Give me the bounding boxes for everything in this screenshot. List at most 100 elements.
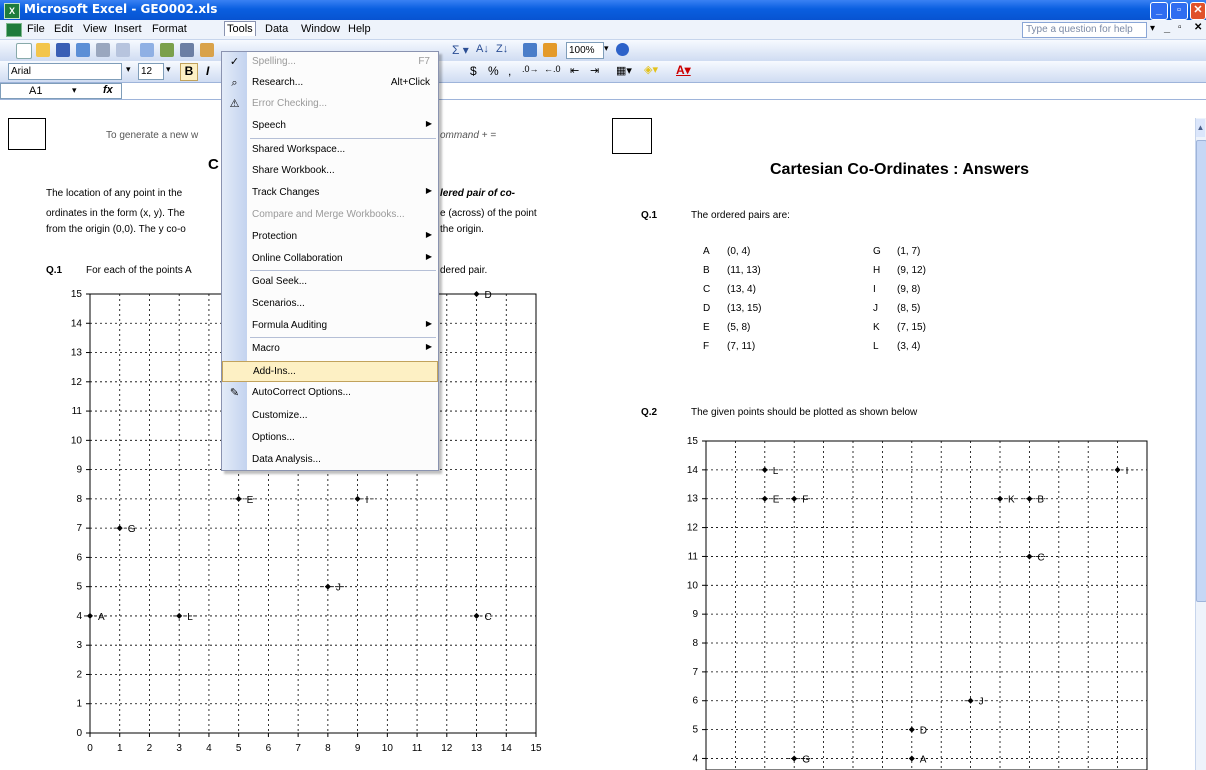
workbook-minimize-icon[interactable]: _	[1164, 22, 1170, 34]
worksheet[interactable]: To generate a new w ommand + = C The loc…	[0, 100, 1195, 770]
title-bar: X Microsoft Excel - GEO002.xls _ ▫ ✕	[0, 0, 1206, 20]
menu-view[interactable]: View	[83, 23, 107, 35]
data-point-label: C	[485, 612, 492, 623]
menu-item-label: Online Collaboration	[252, 253, 343, 264]
menu-format[interactable]: Format	[152, 23, 187, 35]
menu-data[interactable]: Data	[265, 23, 288, 35]
menu-item-label: Goal Seek...	[252, 276, 308, 287]
help-search-input[interactable]: Type a question for help	[1022, 22, 1147, 38]
decrease-decimal-icon[interactable]: ←.0	[544, 64, 561, 74]
save-icon[interactable]	[56, 43, 70, 57]
sort-descending-icon[interactable]: Z↓	[496, 43, 508, 55]
tools-menu-dropdown: ✓ Spelling... F7 ⌕ Research... Alt+Click ⚠ Erro…	[221, 51, 439, 471]
tools-menu-item-shared-workspace[interactable]: Shared Workspace...	[222, 140, 438, 161]
menu-item-label: Track Changes	[252, 187, 320, 198]
zoom-select[interactable]: 100%	[566, 42, 604, 59]
permission-icon[interactable]	[76, 43, 90, 57]
font-dropdown-icon[interactable]: ▾	[126, 64, 131, 75]
workbook-close-icon[interactable]: ✕	[1194, 22, 1202, 33]
autosum-icon[interactable]: Σ ▾	[452, 43, 469, 57]
spelling-icon[interactable]	[160, 43, 174, 57]
pair-point-label: A	[703, 246, 710, 257]
menu-tools[interactable]: Tools	[224, 21, 256, 36]
insert-function-icon[interactable]: fx	[103, 84, 113, 96]
pair-point-label: K	[873, 322, 880, 333]
pair-coordinate-value: (1, 7)	[897, 246, 921, 257]
drawing-icon[interactable]	[543, 43, 557, 57]
maximize-button[interactable]: ▫	[1170, 2, 1188, 20]
data-point-marker	[116, 525, 123, 532]
menu-item-label: Share Workbook...	[252, 165, 335, 176]
chart-wizard-icon[interactable]	[523, 43, 537, 57]
menu-file[interactable]: File	[27, 23, 45, 35]
currency-button[interactable]: $	[470, 64, 477, 78]
tools-menu-item-formula-auditing[interactable]: Formula Auditing ▶	[222, 316, 438, 337]
menu-item-label: Add-Ins...	[253, 366, 296, 377]
tools-menu-item-goal-seek[interactable]: Goal Seek...	[222, 272, 438, 293]
fill-color-icon[interactable]: ◈▾	[644, 63, 658, 76]
tools-menu-item-add-ins[interactable]: Add-Ins...	[222, 361, 438, 382]
x-tick-label: 6	[266, 743, 272, 754]
tools-menu-item-protection[interactable]: Protection ▶	[222, 227, 438, 248]
research-icon[interactable]	[180, 43, 194, 57]
tools-menu-item-online-collaboration[interactable]: Online Collaboration ▶	[222, 249, 438, 270]
percent-button[interactable]: %	[488, 64, 499, 78]
new-icon[interactable]	[16, 43, 32, 59]
font-size-select[interactable]: 12	[138, 63, 164, 80]
close-button[interactable]: ✕	[1190, 2, 1206, 20]
y-tick-label: 10	[71, 435, 83, 446]
menu-item-label: Spelling...	[252, 56, 296, 67]
menu-item-label: Compare and Merge Workbooks...	[252, 209, 405, 220]
tools-menu-item-share-workbook[interactable]: Share Workbook...	[222, 161, 438, 182]
workbook-icon[interactable]	[6, 23, 22, 37]
menu-window[interactable]: Window	[301, 23, 340, 35]
email-icon[interactable]	[140, 43, 154, 57]
tools-menu-item-autocorrect-options[interactable]: ✎ AutoCorrect Options...	[222, 383, 438, 404]
help-icon[interactable]	[616, 43, 629, 56]
font-name-select[interactable]: Arial	[8, 63, 122, 80]
open-icon[interactable]	[36, 43, 50, 57]
size-dropdown-icon[interactable]: ▾	[166, 64, 171, 75]
right-cell-box[interactable]	[612, 118, 652, 154]
plot-area	[705, 440, 1148, 770]
tools-menu-item-data-analysis[interactable]: Data Analysis...	[222, 450, 438, 471]
increase-decimal-icon[interactable]: .0→	[522, 64, 539, 74]
comma-button[interactable]: ,	[508, 64, 511, 78]
tools-menu-item-scenarios[interactable]: Scenarios...	[222, 294, 438, 315]
decrease-indent-icon[interactable]: ⇤	[570, 64, 579, 77]
name-box-dropdown-icon[interactable]: ▾	[72, 85, 77, 96]
pair-point-label: H	[873, 265, 881, 276]
tools-menu-item-options[interactable]: Options...	[222, 428, 438, 449]
sort-ascending-icon[interactable]: A↓	[476, 43, 489, 55]
menu-item-label: Research...	[252, 77, 304, 88]
zoom-dropdown-icon[interactable]: ▾	[604, 43, 609, 54]
tools-menu-item-customize[interactable]: Customize...	[222, 406, 438, 427]
menu-item-label: Data Analysis...	[252, 454, 321, 465]
tools-menu-item-track-changes[interactable]: Track Changes ▶	[222, 183, 438, 204]
print-preview-icon[interactable]	[116, 43, 130, 57]
minimize-button[interactable]: _	[1150, 2, 1168, 20]
workbook-restore-icon[interactable]: ▫	[1178, 22, 1182, 33]
borders-icon[interactable]: ▦▾	[616, 64, 632, 77]
help-dropdown-icon[interactable]: ▾	[1150, 23, 1155, 34]
tools-menu-item-research[interactable]: ⌕ Research... Alt+Click	[222, 73, 438, 94]
cut-icon[interactable]	[200, 43, 214, 57]
tools-menu-item-macro[interactable]: Macro ▶	[222, 339, 438, 360]
excel-app-icon[interactable]: X	[4, 3, 20, 19]
menu-insert[interactable]: Insert	[114, 23, 142, 35]
pair-point-label: C	[703, 284, 711, 295]
menu-help[interactable]: Help	[348, 23, 371, 35]
increase-indent-icon[interactable]: ⇥	[590, 64, 599, 77]
menu-edit[interactable]: Edit	[54, 23, 73, 35]
tools-menu-item-speech[interactable]: Speech ▶	[222, 116, 438, 137]
pair-coordinate-value: (9, 8)	[897, 284, 921, 295]
bold-button[interactable]: B	[180, 63, 198, 81]
print-icon[interactable]	[96, 43, 110, 57]
font-color-icon[interactable]: A▾	[676, 63, 691, 77]
scroll-up-icon[interactable]: ▲	[1196, 119, 1205, 137]
y-tick-label: 8	[692, 638, 698, 649]
data-point-label: I	[1126, 466, 1129, 477]
italic-button[interactable]: I	[206, 64, 209, 78]
scrollbar-thumb[interactable]	[1196, 140, 1206, 602]
pair-point-label: J	[873, 303, 878, 314]
